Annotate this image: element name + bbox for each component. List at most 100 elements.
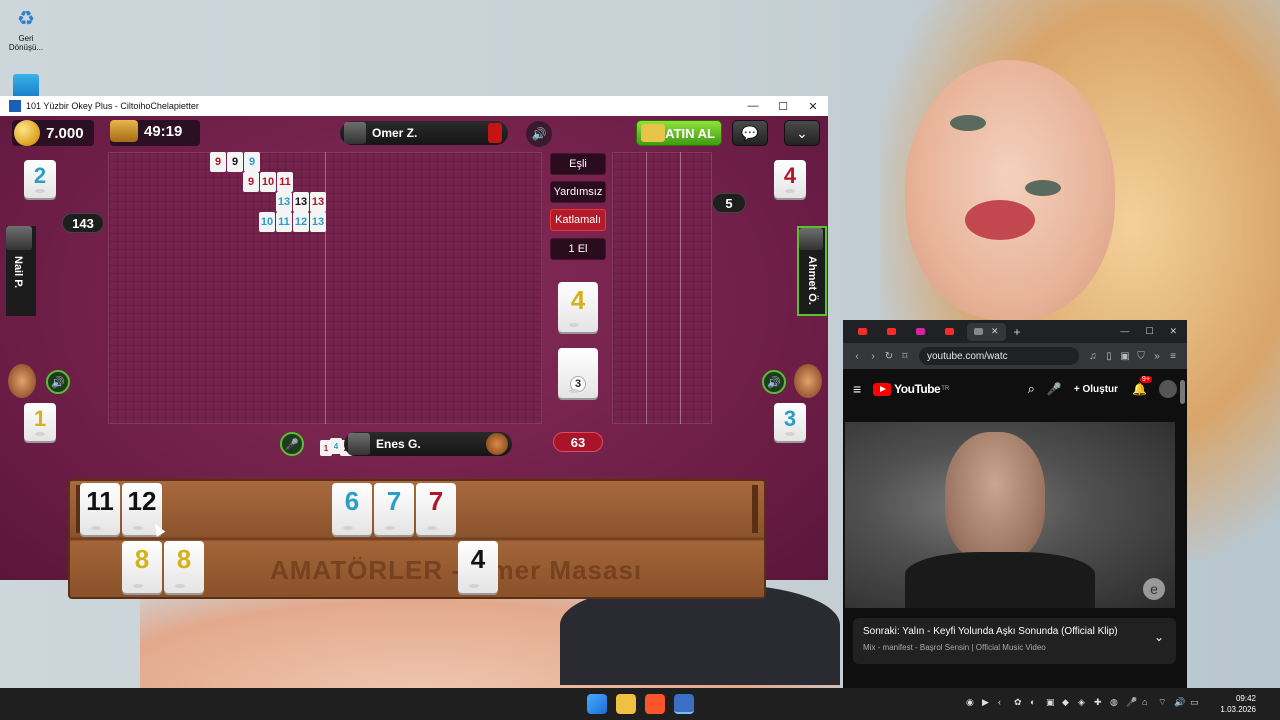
recycle-bin-icon: ♻	[17, 8, 35, 30]
mode-katlamali: Katlamalı	[550, 209, 606, 231]
tray-icon[interactable]: ▶	[982, 697, 992, 709]
draw-pile[interactable]: 3	[558, 348, 598, 398]
hamburger-menu-icon[interactable]: ≡	[853, 381, 861, 397]
rack-tile[interactable]: 6	[332, 483, 372, 535]
close-tab-icon[interactable]: ✕	[991, 326, 999, 337]
right-voice-button[interactable]: 🔊	[762, 370, 786, 394]
chat-button[interactable]: 💬	[732, 120, 768, 146]
more-icon[interactable]: »	[1149, 351, 1165, 362]
forward-icon[interactable]: ›	[865, 351, 881, 362]
tray-icon[interactable]: ✚	[1094, 697, 1104, 709]
browser-tab[interactable]	[938, 323, 965, 341]
buy-button[interactable]: SATIN AL	[636, 120, 722, 146]
recycle-bin-shortcut[interactable]: ♻ Geri Dönüşü...	[6, 6, 46, 52]
notifications-icon[interactable]: 🔔 9+	[1132, 376, 1153, 396]
shield-icon[interactable]: ⛉	[1133, 351, 1149, 362]
microphone-icon[interactable]: 🎤	[1047, 382, 1062, 396]
indicator-tile: 4	[558, 282, 598, 332]
tile-value: 4	[570, 285, 586, 315]
tray-icon[interactable]: ◈	[1078, 697, 1088, 709]
left-voice-button[interactable]: 🔊	[46, 370, 70, 394]
youtube-logo-icon[interactable]	[873, 382, 892, 396]
tile-rack: AMATÖRLER - Omer Masası 11 12 6 7 7 8 8 4	[68, 479, 766, 599]
new-tab-button[interactable]: +	[1014, 325, 1021, 339]
player-bottom[interactable]: Enes G.	[344, 432, 512, 456]
reload-icon[interactable]: ↻	[881, 351, 897, 362]
browser-tab-active[interactable]: ✕	[967, 322, 1006, 341]
chevron-down-icon[interactable]: ⌄	[1154, 630, 1164, 644]
right-tile-count: 5	[712, 193, 746, 213]
up-next-subtitle: Mix - manifest - Başrol Sensin | Officia…	[863, 643, 1046, 652]
wifi-icon[interactable]: ⌔	[1158, 697, 1168, 709]
rack-tile[interactable]: 11	[80, 483, 120, 535]
file-explorer-icon[interactable]	[616, 694, 636, 714]
close-button[interactable]: ✕	[798, 100, 828, 113]
meld-tile: 10	[259, 212, 275, 232]
sidebar-icon[interactable]: ▯	[1101, 351, 1117, 362]
rack-tile[interactable]: 8	[122, 541, 162, 593]
browser-maximize-button[interactable]: ☐	[1145, 326, 1153, 337]
bookmark-icon[interactable]: ⌑	[897, 351, 913, 362]
wallpaper-face	[905, 60, 1115, 320]
sound-toggle-button[interactable]: 🔊	[526, 121, 552, 147]
wallpaper-garment	[560, 585, 840, 685]
up-next-card[interactable]: Sonraki: Yalın - Keyfi Yolunda Aşkı Sonu…	[853, 618, 1176, 664]
browser-minimize-button[interactable]: —	[1120, 326, 1129, 337]
browser-close-button[interactable]: ✕	[1169, 326, 1177, 337]
address-bar[interactable]: youtube.com/watc	[919, 347, 1079, 365]
system-clock[interactable]: 09:42 1.03.2026	[1220, 693, 1256, 715]
clock-date: 1.03.2026	[1220, 705, 1256, 714]
volume-icon[interactable]: 🔊	[1174, 697, 1185, 709]
menu-icon[interactable]: ≡	[1165, 351, 1181, 362]
browser-tabbar: ✕ + — ☐ ✕	[843, 320, 1187, 343]
youtube-favicon-icon	[858, 328, 867, 335]
tray-icon[interactable]: ◉	[966, 697, 976, 709]
microphone-icon: 🎤	[285, 438, 299, 451]
speaker-icon: 🔊	[531, 127, 547, 141]
youtube-logo-text: YouTube	[894, 382, 941, 396]
battery-icon[interactable]: ▭	[1190, 697, 1200, 709]
account-avatar[interactable]	[1159, 380, 1177, 398]
board-divider	[646, 152, 647, 424]
notification-badge: 9+	[1140, 376, 1153, 383]
video-player[interactable]: e	[845, 422, 1175, 608]
okey-taskbar-icon[interactable]	[674, 694, 694, 714]
microphone-icon[interactable]: 🎤	[1126, 697, 1137, 709]
wallet-icon[interactable]: ▣	[1117, 351, 1133, 362]
browser-tab[interactable]	[909, 323, 936, 341]
music-icon[interactable]: ♫	[1085, 351, 1101, 362]
rack-tile[interactable]: 7	[416, 483, 456, 535]
minimize-button[interactable]: —	[738, 100, 768, 112]
coin-balance: 7.000	[14, 120, 84, 146]
okey-app-icon	[9, 100, 21, 112]
tray-icon[interactable]: ⌂	[1142, 697, 1152, 709]
tray-icon[interactable]: ‹	[998, 697, 1008, 709]
search-icon[interactable]: ⌕	[1028, 381, 1035, 397]
mode-yardimsiz: Yardımsız	[550, 181, 606, 203]
scrollbar[interactable]	[1180, 380, 1185, 404]
rack-tile[interactable]: 4	[458, 541, 498, 593]
tray-icon[interactable]: ▣	[1046, 697, 1056, 709]
browser-tab[interactable]	[880, 323, 907, 341]
start-button[interactable]	[587, 694, 607, 714]
create-button[interactable]: + Oluştur	[1074, 384, 1118, 395]
game-titlebar[interactable]: 101 Yüzbir Okey Plus - CiltoihoChelapiet…	[0, 96, 828, 116]
microphone-button[interactable]: 🎤	[280, 432, 304, 456]
brave-browser-icon[interactable]	[645, 694, 665, 714]
tray-icon[interactable]: ◆	[1062, 697, 1072, 709]
player-top[interactable]: Omer Z.	[340, 121, 508, 145]
meld-tile: 13	[310, 192, 326, 212]
game-window: 101 Yüzbir Okey Plus - CiltoihoChelapiet…	[0, 96, 828, 599]
coin-amount: 7.000	[46, 124, 84, 142]
rack-tile[interactable]: 8	[164, 541, 204, 593]
rack-tile[interactable]: 7	[374, 483, 414, 535]
maximize-button[interactable]: ☐	[768, 100, 798, 113]
back-icon[interactable]: ‹	[849, 351, 865, 362]
meld-tile: 13	[310, 212, 326, 232]
video-frame-person	[945, 432, 1045, 562]
menu-dropdown-button[interactable]: ⌄	[784, 120, 820, 146]
tray-icon[interactable]: ◐	[1030, 697, 1040, 709]
tray-icon[interactable]: ◍	[1110, 697, 1120, 709]
browser-tab[interactable]	[851, 323, 878, 341]
tray-icon[interactable]: ✿	[1014, 697, 1024, 709]
